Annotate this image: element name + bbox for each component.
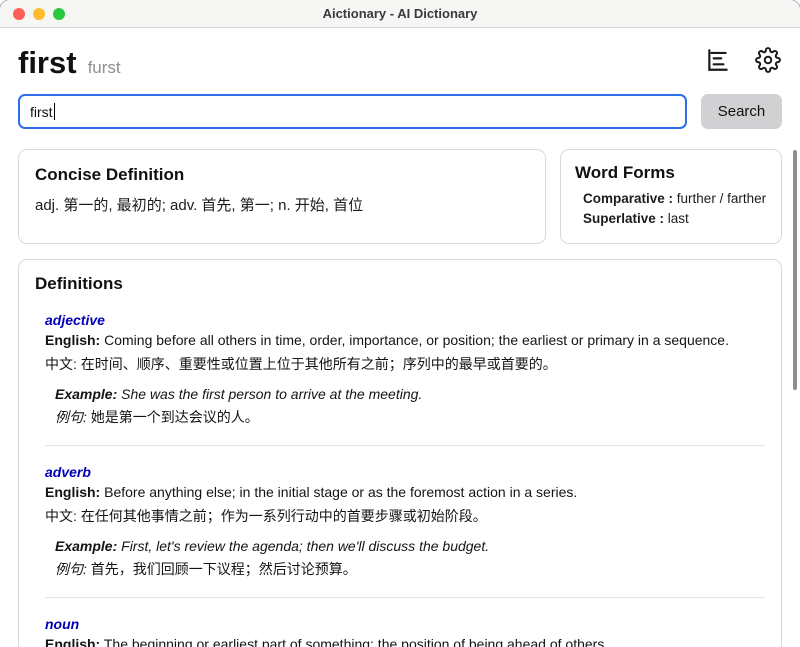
headword: first — [18, 45, 77, 80]
definition-entry-adjective: adjective English: Coming before all oth… — [35, 312, 765, 429]
example-chinese: 例句: 首先，我们回顾一下议程；然后讨论预算。 — [55, 561, 357, 577]
concise-definition-title: Concise Definition — [35, 165, 185, 184]
word-form-row-comparative: Comparative : further / farther — [583, 189, 767, 209]
chinese-definition: 中文: 在任何其他事情之前；作为一系列行动中的首要步骤或初始阶段。 — [45, 508, 487, 524]
example-block: Example: First, let's review the agenda;… — [55, 535, 765, 581]
comparative-value: further / farther — [676, 191, 767, 206]
superlative-label: Superlative : — [583, 211, 665, 226]
pos-label: adverb — [45, 464, 91, 480]
word-header: first furst — [18, 45, 782, 81]
word-form-row-superlative: Superlative : last — [583, 209, 767, 229]
pronunciation: furst — [87, 58, 121, 77]
example-block: Example: She was the first person to arr… — [55, 383, 765, 429]
search-button[interactable]: Search — [701, 94, 782, 129]
entry-divider — [45, 445, 765, 446]
example-chinese: 例句: 她是第一个到达会议的人。 — [55, 409, 259, 425]
pos-label: adjective — [45, 312, 105, 328]
definition-entry-adverb: adverb English: Before anything else; in… — [35, 464, 765, 581]
english-definition: English: The beginning or earliest part … — [45, 636, 609, 647]
definitions-card: Definitions adjective English: Coming be… — [18, 259, 782, 647]
example-english: Example: First, let's review the agenda;… — [55, 538, 490, 554]
superlative-value: last — [667, 211, 689, 226]
english-definition: English: Before anything else; in the in… — [45, 484, 578, 500]
word-forms-card: Word Forms Comparative : further / farth… — [560, 149, 782, 244]
chinese-definition: 中文: 在时间、顺序、重要性或位置上位于其他所有之前；序列中的最早或首要的。 — [45, 356, 557, 372]
definition-entry-noun: noun English: The beginning or earliest … — [35, 616, 765, 647]
english-definition: English: Coming before all others in tim… — [45, 332, 729, 348]
titlebar: Aictionary - AI Dictionary — [0, 0, 800, 28]
search-input[interactable]: first — [18, 94, 687, 129]
pos-label: noun — [45, 616, 80, 632]
minimize-window-button[interactable] — [33, 8, 45, 20]
window-title: Aictionary - AI Dictionary — [322, 6, 478, 21]
traffic-lights — [13, 8, 65, 20]
entry-divider — [45, 597, 765, 598]
word-forms-title: Word Forms — [575, 163, 675, 182]
concise-definition-card: Concise Definition adj. 第一的, 最初的; adv. 首… — [18, 149, 546, 244]
close-window-button[interactable] — [13, 8, 25, 20]
bar-chart-icon[interactable] — [704, 46, 732, 74]
vertical-scrollbar[interactable] — [793, 150, 797, 390]
text-caret — [53, 103, 56, 120]
comparative-label: Comparative : — [583, 191, 674, 206]
app-window: Aictionary - AI Dictionary first furst f… — [0, 0, 800, 647]
zoom-window-button[interactable] — [53, 8, 65, 20]
concise-definition-text: adj. 第一的, 最初的; adv. 首先, 第一; n. 开始, 首位 — [35, 197, 364, 214]
definitions-title: Definitions — [35, 274, 123, 293]
search-input-value: first — [30, 103, 53, 120]
example-english: Example: She was the first person to arr… — [55, 386, 423, 402]
gear-icon[interactable] — [754, 46, 782, 74]
